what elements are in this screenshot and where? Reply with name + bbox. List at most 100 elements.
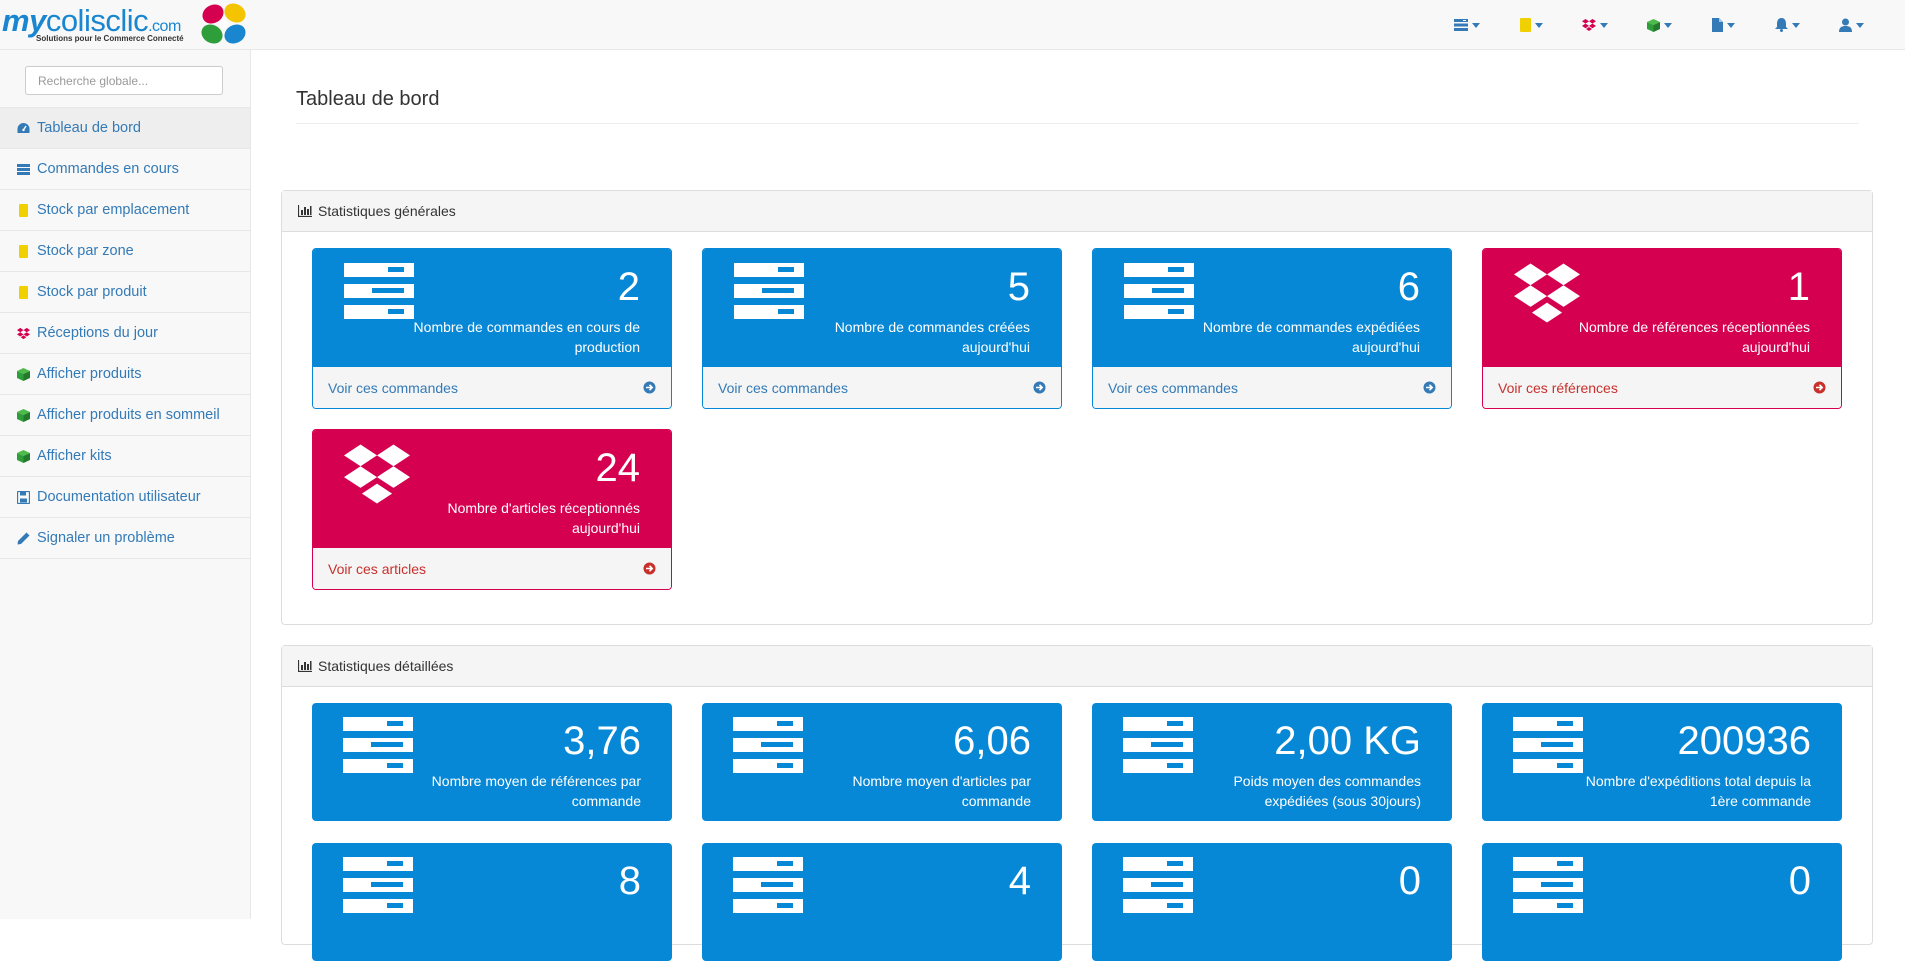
sidebar-item-label: Stock par produit xyxy=(37,284,147,300)
stat-value: 6 xyxy=(1397,265,1420,309)
save-icon xyxy=(17,490,30,504)
stat-label: Nombre de références réceptionnées aujou… xyxy=(1578,319,1810,355)
stock-icon xyxy=(19,244,28,258)
view-orders-link[interactable]: Voir ces commandes xyxy=(1093,367,1451,408)
page-title: Tableau de bord xyxy=(296,88,1859,124)
orders-menu[interactable] xyxy=(1435,0,1499,50)
stat-value: 200936 xyxy=(1677,719,1811,763)
orders-icon xyxy=(733,857,803,913)
sidebar-item-label: Commandes en cours xyxy=(37,161,179,177)
documents-menu[interactable] xyxy=(1691,0,1755,50)
user-menu[interactable] xyxy=(1819,0,1883,50)
sidebar-item-label: Signaler un problème xyxy=(37,530,175,546)
products-menu-icon xyxy=(1646,18,1660,32)
sidebar-item-documentation[interactable]: Documentation utilisateur xyxy=(0,477,250,518)
arrow-circle-right-icon xyxy=(643,562,656,575)
orders-icon xyxy=(1123,857,1193,913)
products-menu[interactable] xyxy=(1627,0,1691,50)
stat-card: 0 xyxy=(1482,843,1842,961)
cube-icon xyxy=(17,408,30,422)
link-label: Voir ces articles xyxy=(328,560,427,577)
chevron-down-icon xyxy=(1726,23,1735,28)
chevron-down-icon xyxy=(1663,23,1672,28)
cube-icon xyxy=(17,449,30,463)
orders-icon xyxy=(343,857,413,913)
logo-tagline: Solutions pour le Commerce Connecté xyxy=(36,34,184,43)
stock-icon xyxy=(19,285,28,299)
notifications-menu[interactable] xyxy=(1755,0,1819,50)
chevron-down-icon xyxy=(1600,23,1608,28)
sidebar-item-label: Tableau de bord xyxy=(37,120,141,136)
stat-value: 3,76 xyxy=(563,719,641,763)
logo[interactable]: mycolisclic.com Solutions pour le Commer… xyxy=(2,0,250,50)
stat-card-orders-shipped-today: 6 Nombre de commandes expédiées aujourd'… xyxy=(1092,248,1452,409)
sidebar-item-label: Afficher produits en sommeil xyxy=(37,407,220,423)
stat-card-orders-in-production: 2 Nombre de commandes en cours de produc… xyxy=(312,248,672,409)
chevron-down-icon xyxy=(1472,23,1480,28)
stat-value: 0 xyxy=(1788,859,1811,903)
stat-value: 0 xyxy=(1398,859,1421,903)
sidebar-item-kits[interactable]: Afficher kits xyxy=(0,436,250,477)
arrow-circle-right-icon xyxy=(1033,381,1046,394)
receptions-menu[interactable] xyxy=(1563,0,1627,50)
chevron-down-icon xyxy=(1534,23,1543,28)
panel-heading: Statistiques détaillées xyxy=(282,646,1872,687)
sidebar-item-label: Stock par emplacement xyxy=(37,202,190,218)
sidebar-item-report-problem[interactable]: Signaler un problème xyxy=(0,518,250,559)
sidebar-item-products[interactable]: Afficher produits xyxy=(0,354,250,395)
panel-heading: Statistiques générales xyxy=(282,191,1872,232)
stat-label: Nombre moyen d'articles par commande xyxy=(852,773,1031,809)
stat-label: Poids moyen des commandes expédiées (sou… xyxy=(1233,773,1421,809)
bar-chart-icon xyxy=(298,660,312,672)
dropbox-icon xyxy=(1514,263,1580,323)
arrow-circle-right-icon xyxy=(643,381,656,394)
pencil-icon xyxy=(17,532,30,544)
view-references-link[interactable]: Voir ces références xyxy=(1483,367,1841,408)
logo-flower-icon xyxy=(201,3,246,44)
orders-icon xyxy=(733,717,803,773)
view-orders-link[interactable]: Voir ces commandes xyxy=(703,367,1061,408)
stat-value: 6,06 xyxy=(953,719,1031,763)
stat-card-orders-created-today: 5 Nombre de commandes créées aujourd'hui… xyxy=(702,248,1062,409)
receptions-menu-icon xyxy=(1582,19,1596,31)
sidebar-search xyxy=(0,50,250,108)
global-search-input[interactable] xyxy=(25,66,223,95)
sidebar-menu: Tableau de bord Commandes en cours Stock… xyxy=(0,108,250,559)
sidebar-item-stock-location[interactable]: Stock par emplacement xyxy=(0,190,250,231)
view-orders-link[interactable]: Voir ces commandes xyxy=(313,367,671,408)
chevron-down-icon xyxy=(1855,23,1864,28)
detailed-stats-panel: Statistiques détaillées 3,76 Nombre moye… xyxy=(281,645,1873,961)
stock-menu[interactable] xyxy=(1499,0,1563,50)
stat-card-references-received-today: 1 Nombre de références réceptionnées auj… xyxy=(1482,248,1842,409)
sidebar-item-label: Afficher produits xyxy=(37,366,142,382)
sidebar-item-stock-zone[interactable]: Stock par zone xyxy=(0,231,250,272)
sidebar-item-dashboard[interactable]: Tableau de bord xyxy=(0,108,250,149)
sidebar-item-label: Réceptions du jour xyxy=(37,325,158,341)
sidebar-item-label: Afficher kits xyxy=(37,448,112,464)
stock-icon xyxy=(19,203,28,217)
stat-card-avg-references: 3,76 Nombre moyen de références par comm… xyxy=(312,703,672,821)
stat-card-avg-weight: 2,00 KG Poids moyen des commandes expédi… xyxy=(1092,703,1452,821)
user-menu-icon xyxy=(1838,18,1852,32)
stat-value: 5 xyxy=(1007,265,1030,309)
sidebar-item-sleeping-products[interactable]: Afficher produits en sommeil xyxy=(0,395,250,436)
orders-icon xyxy=(343,717,413,773)
sidebar-item-label: Stock par zone xyxy=(37,243,134,259)
arrow-circle-right-icon xyxy=(1813,381,1826,394)
sidebar-item-current-orders[interactable]: Commandes en cours xyxy=(0,149,250,190)
sidebar-item-stock-product[interactable]: Stock par produit xyxy=(0,272,250,313)
stat-label: Nombre de commandes expédiées aujourd'hu… xyxy=(1202,319,1420,355)
sidebar-item-receptions[interactable]: Réceptions du jour xyxy=(0,313,250,354)
dropbox-icon xyxy=(344,444,410,504)
dropbox-icon xyxy=(17,327,30,339)
stat-value: 2 xyxy=(617,265,640,309)
link-label: Voir ces commandes xyxy=(718,379,848,396)
view-articles-link[interactable]: Voir ces articles xyxy=(313,548,671,589)
link-label: Voir ces commandes xyxy=(1108,379,1238,396)
logo-tld: .com xyxy=(148,18,181,35)
sidebar: Tableau de bord Commandes en cours Stock… xyxy=(0,50,251,919)
stat-label: Nombre moyen de références par commande xyxy=(431,773,641,809)
panel-heading-title: Statistiques générales xyxy=(318,203,456,219)
stat-value: 1 xyxy=(1787,265,1810,309)
cube-icon xyxy=(17,367,30,381)
